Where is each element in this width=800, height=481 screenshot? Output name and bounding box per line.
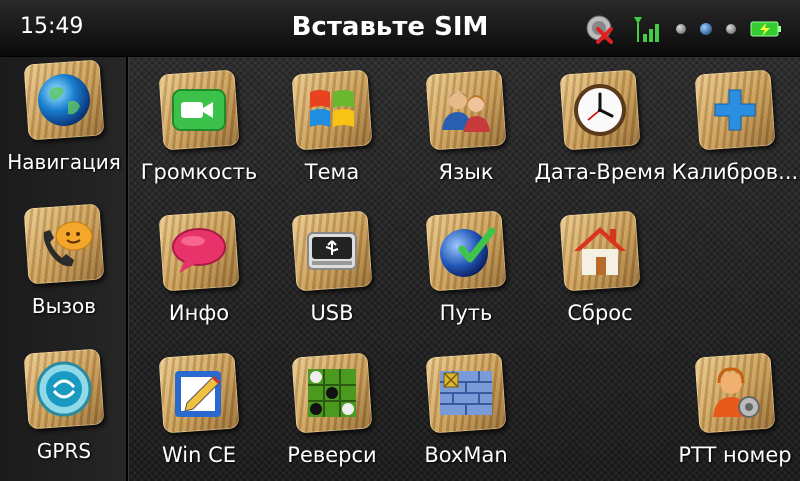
tile-ptt-number[interactable]: PTT номер [670, 347, 800, 481]
sidebar-item-label: GPRS [36, 439, 92, 463]
house-icon [574, 227, 626, 275]
sidebar-item-call[interactable]: Вызов [0, 198, 129, 333]
winc-pencil-icon [175, 371, 221, 417]
tile-date-time[interactable]: Дата-Время [534, 64, 666, 199]
tile-language[interactable]: Язык [401, 64, 531, 199]
usb-drive-icon [307, 232, 357, 270]
tile-calibration[interactable]: Калибров... [670, 64, 800, 199]
brick-wall-icon [440, 371, 492, 415]
tile-label: Язык [438, 160, 494, 184]
tile-label: Путь [439, 301, 493, 325]
tile-label: Дата-Время [534, 160, 666, 184]
tile-usb[interactable]: USB [267, 205, 397, 340]
speech-bubble-icon [172, 228, 226, 273]
bluetooth-dot-icon[interactable] [700, 23, 712, 35]
sidebar-item-label: Навигация [7, 150, 121, 174]
tile-path[interactable]: Путь [401, 205, 531, 340]
status-dot-icon [676, 24, 686, 34]
status-dot-icon [726, 24, 736, 34]
status-bar: 15:49 Вставьте SIM [0, 0, 800, 57]
tile-theme[interactable]: Тема [267, 64, 397, 199]
tile-label: BoxMan [424, 443, 508, 467]
tile-boxman[interactable]: BoxMan [401, 347, 531, 481]
tile-info[interactable]: Инфо [134, 205, 264, 340]
sidebar-item-gprs[interactable]: GPRS [0, 343, 129, 478]
windows-flag-icon [310, 90, 354, 127]
plus-icon [714, 89, 756, 131]
tile-label: Win CE [161, 443, 237, 467]
video-camera-icon [172, 89, 226, 131]
signal-icon[interactable] [630, 14, 662, 44]
sidebar-item-navigation[interactable]: Навигация [0, 54, 129, 189]
battery-charging-icon[interactable] [750, 19, 782, 39]
globe-icon [38, 74, 90, 126]
main-area: Навигация Вызов GPRS Громкость Тема Язык… [0, 57, 800, 481]
phone-chat-icon [43, 221, 93, 267]
tile-label: Сброс [567, 301, 633, 325]
tile-label: Калибров... [671, 160, 799, 184]
tile-label: Инфо [168, 301, 230, 325]
tile-label: Тема [304, 160, 360, 184]
tile-label: PTT номер [678, 443, 792, 467]
tile-label: USB [310, 301, 354, 325]
gprs-globe-icon [36, 361, 92, 417]
clock-icon [574, 84, 626, 136]
globe-check-icon [440, 227, 496, 277]
tile-reversi[interactable]: Реверси [267, 347, 397, 481]
people-icon [442, 91, 490, 132]
sidebar-item-label: Вызов [31, 294, 97, 318]
reversi-board-icon [308, 369, 356, 417]
tile-volume[interactable]: Громкость [134, 64, 264, 199]
tile-win-ce[interactable]: Win CE [134, 347, 264, 481]
operator-headset-icon [713, 367, 760, 418]
tile-label: Реверси [287, 443, 377, 467]
gps-disabled-icon[interactable] [584, 13, 616, 45]
tile-label: Громкость [140, 160, 258, 184]
tile-reset[interactable]: Сброс [535, 205, 665, 340]
status-icons [584, 12, 782, 46]
